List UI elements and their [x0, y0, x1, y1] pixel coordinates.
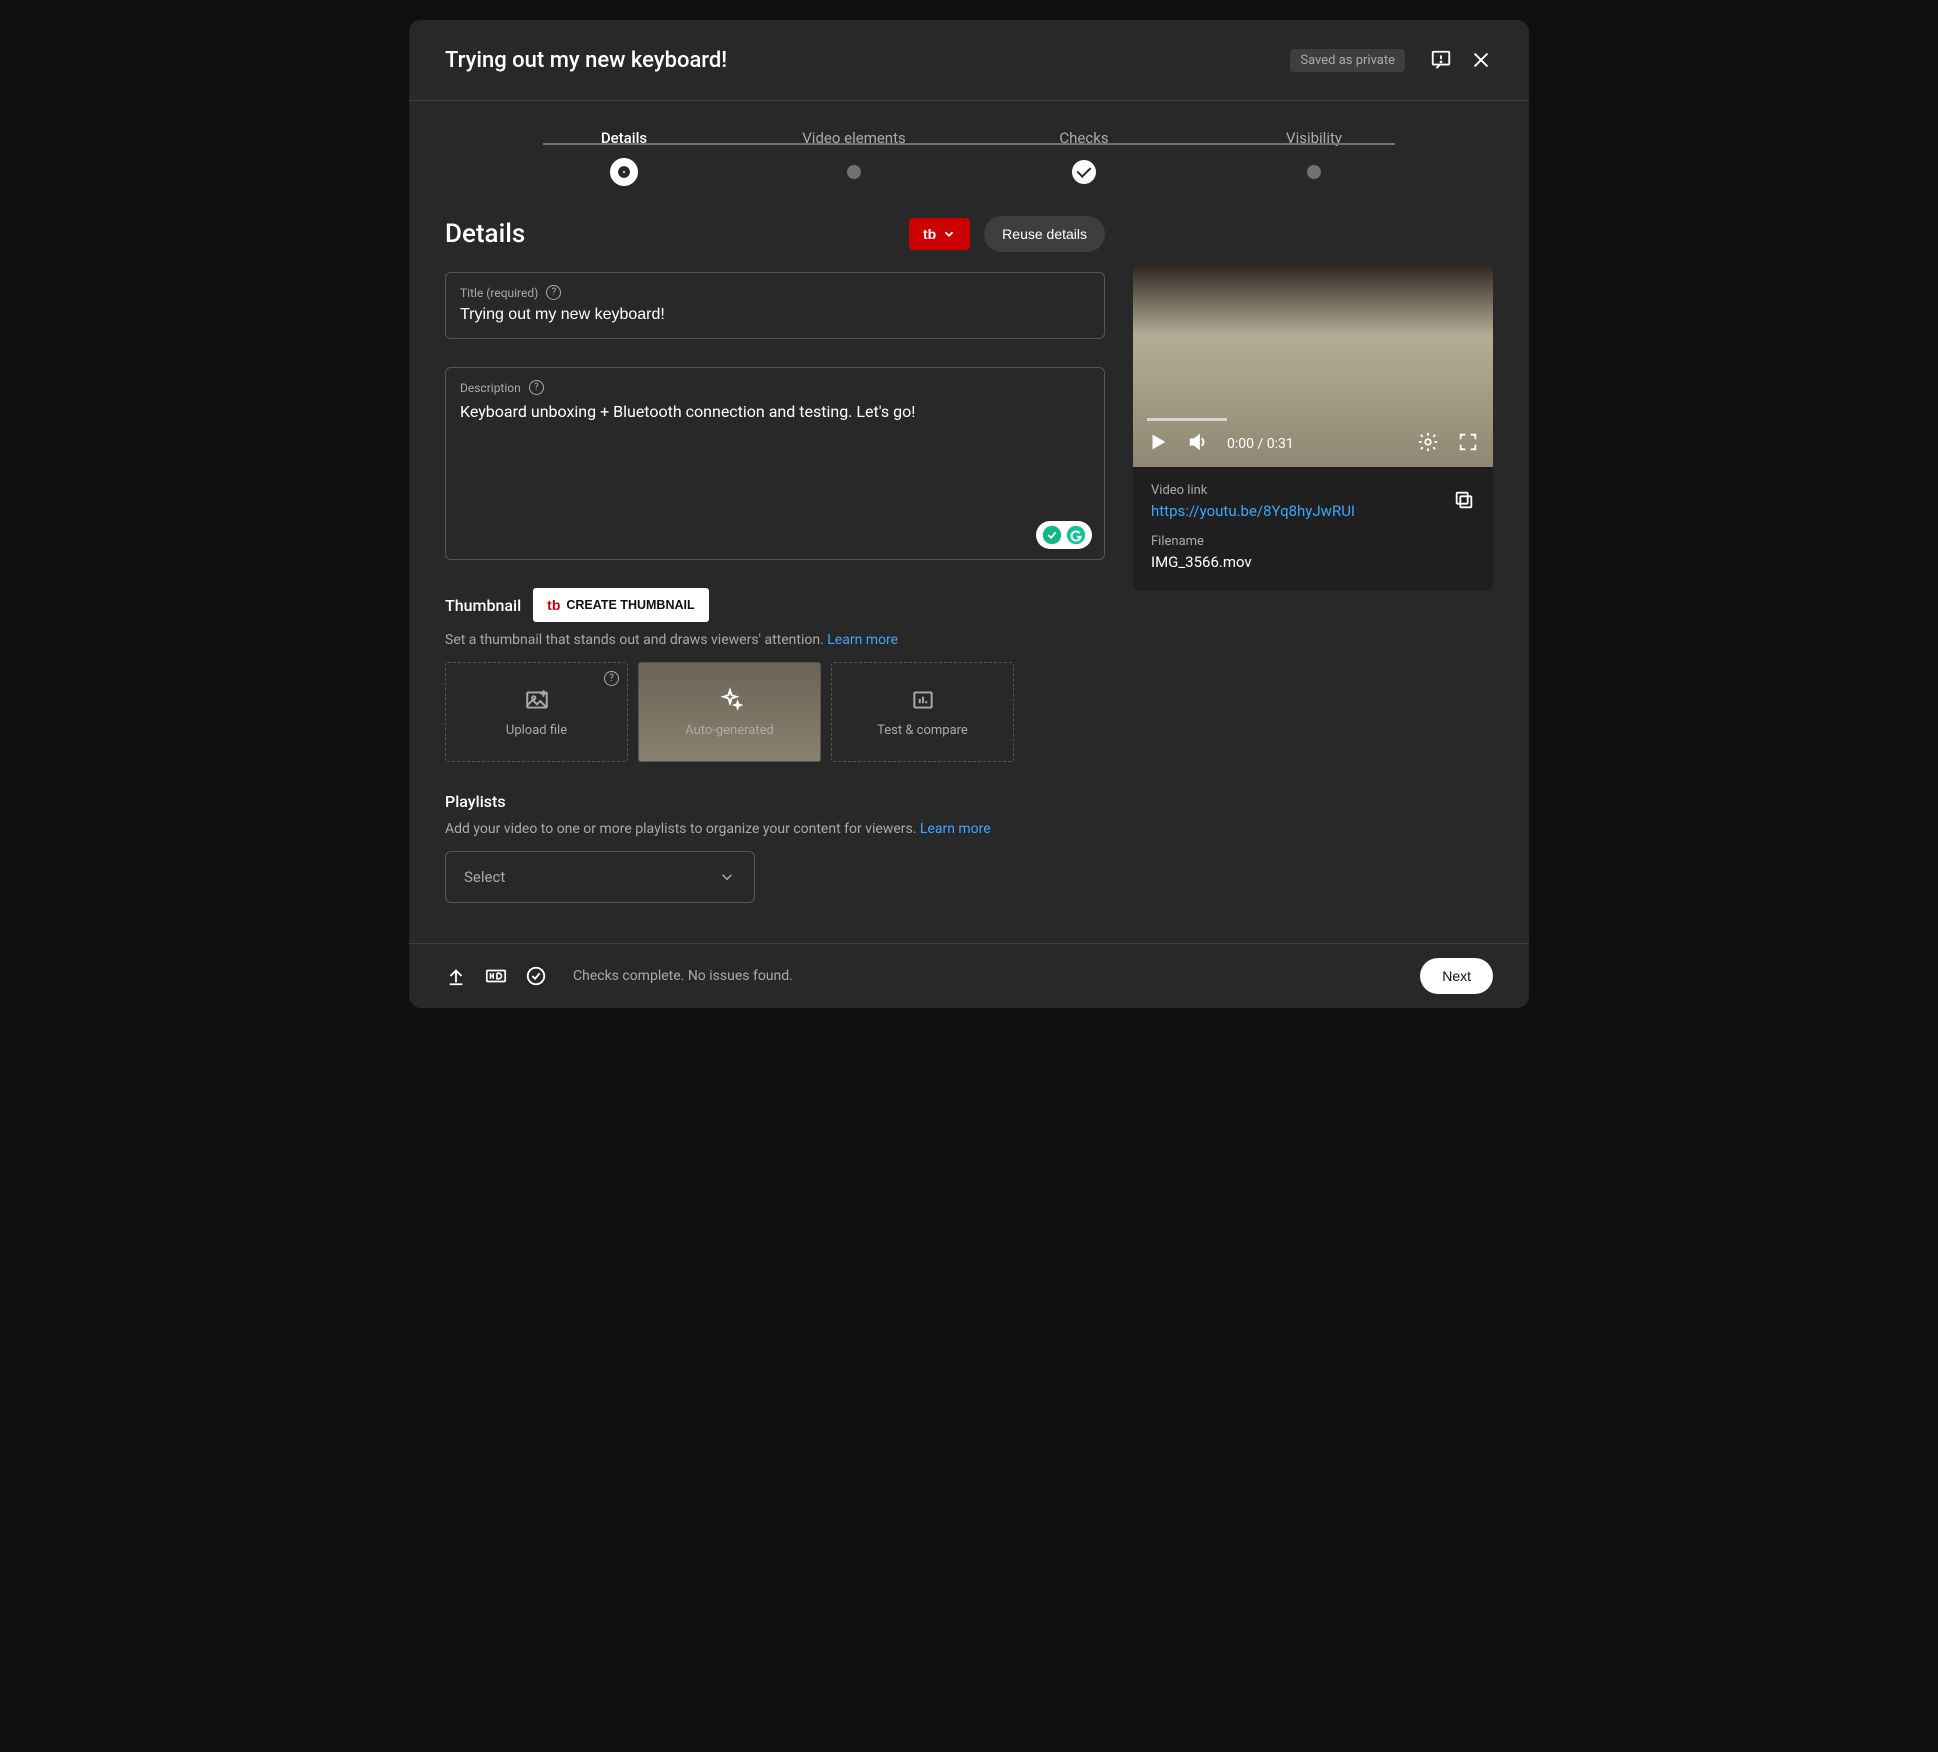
dialog-body: Details tb Reuse details Title (required… — [409, 196, 1529, 943]
vidiq-icon — [1041, 524, 1063, 546]
chevron-down-icon — [942, 227, 956, 241]
close-button[interactable] — [1461, 40, 1501, 80]
footer-status-text: Checks complete. No issues found. — [573, 968, 793, 984]
step-visibility[interactable]: Visibility — [1199, 129, 1429, 179]
section-heading-thumbnail: Thumbnail — [445, 596, 521, 615]
feedback-icon — [1430, 49, 1452, 71]
sparkle-icon — [717, 687, 743, 713]
play-button[interactable] — [1147, 431, 1169, 457]
create-thumbnail-button[interactable]: tb CREATE THUMBNAIL — [533, 588, 708, 622]
grammarly-widget[interactable] — [1036, 521, 1092, 549]
description-field[interactable]: Description ? — [445, 367, 1105, 560]
grammarly-icon — [1065, 524, 1087, 546]
title-field-label: Title (required) — [460, 286, 538, 300]
upload-dialog: Trying out my new keyboard! Saved as pri… — [409, 20, 1529, 1008]
check-status-icon — [525, 965, 547, 987]
chevron-down-icon — [718, 868, 736, 886]
settings-button[interactable] — [1417, 431, 1439, 457]
description-field-label: Description — [460, 381, 521, 395]
description-input[interactable] — [460, 401, 1090, 541]
video-link[interactable]: https://youtu.be/8Yq8hyJwRUI — [1151, 502, 1475, 520]
dialog-footer: Checks complete. No issues found. Next — [409, 943, 1529, 1008]
hd-icon — [485, 965, 507, 987]
video-link-label: Video link — [1151, 483, 1475, 498]
filename-value: IMG_3566.mov — [1151, 553, 1475, 571]
help-icon[interactable]: ? — [604, 671, 619, 686]
copy-link-button[interactable] — [1453, 489, 1475, 515]
progress-stepper: Details Video elements Checks Visibility — [409, 101, 1529, 196]
thumbnail-auto-option[interactable]: Auto-generated — [638, 662, 821, 762]
help-icon[interactable]: ? — [529, 380, 544, 395]
section-heading-details: Details — [445, 219, 895, 249]
preview-panel: 0:00 / 0:31 Video link https://youtu.be/… — [1133, 264, 1493, 913]
section-heading-playlists: Playlists — [445, 792, 1105, 811]
step-checks[interactable]: Checks — [969, 129, 1199, 184]
upload-status-icon — [445, 965, 467, 987]
copy-icon — [1453, 489, 1475, 511]
image-upload-icon — [524, 687, 550, 713]
volume-button[interactable] — [1187, 431, 1209, 457]
playlists-description: Add your video to one or more playlists … — [445, 821, 1105, 837]
video-time: 0:00 / 0:31 — [1227, 436, 1294, 452]
filename-label: Filename — [1151, 534, 1475, 549]
playlist-select[interactable]: Select — [445, 851, 755, 903]
next-button[interactable]: Next — [1420, 958, 1493, 994]
title-field[interactable]: Title (required) ? — [445, 272, 1105, 339]
video-player[interactable]: 0:00 / 0:31 — [1133, 264, 1493, 467]
step-video-elements[interactable]: Video elements — [739, 129, 969, 179]
thumbnail-test-option[interactable]: Test & compare — [831, 662, 1014, 762]
step-details[interactable]: Details — [509, 129, 739, 186]
tubebuddy-dropdown[interactable]: tb — [909, 218, 970, 250]
close-icon — [1470, 49, 1492, 71]
compare-icon — [910, 687, 936, 713]
tubebuddy-icon: tb — [923, 226, 936, 242]
save-status-badge: Saved as private — [1290, 49, 1405, 72]
dialog-title: Trying out my new keyboard! — [445, 48, 1290, 73]
video-progress-bar[interactable] — [1147, 418, 1227, 421]
thumbnail-upload-option[interactable]: ? Upload file — [445, 662, 628, 762]
feedback-button[interactable] — [1421, 40, 1461, 80]
playlists-learn-more-link[interactable]: Learn more — [920, 821, 991, 837]
main-column: Details tb Reuse details Title (required… — [445, 206, 1105, 913]
title-input[interactable] — [460, 306, 1090, 324]
reuse-details-button[interactable]: Reuse details — [984, 216, 1105, 252]
thumbnail-description: Set a thumbnail that stands out and draw… — [445, 632, 1105, 648]
help-icon[interactable]: ? — [546, 285, 561, 300]
dialog-header: Trying out my new keyboard! Saved as pri… — [409, 20, 1529, 101]
fullscreen-button[interactable] — [1457, 431, 1479, 457]
thumbnail-learn-more-link[interactable]: Learn more — [827, 632, 898, 648]
tubebuddy-icon: tb — [547, 597, 560, 613]
